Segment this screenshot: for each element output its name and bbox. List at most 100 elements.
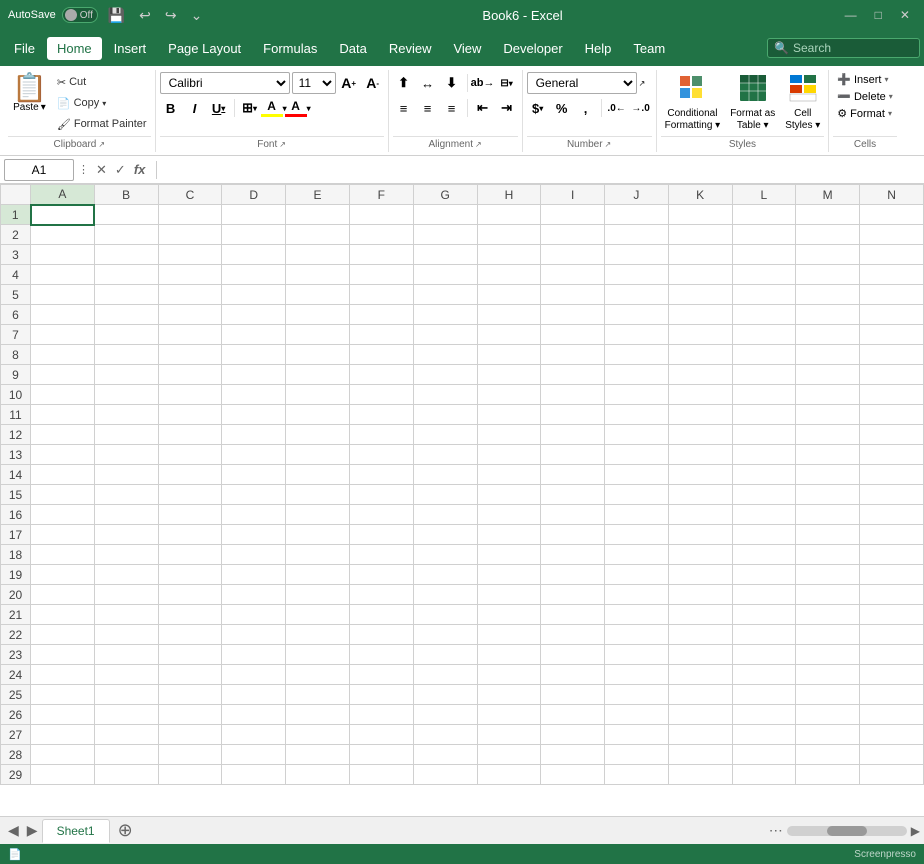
cell-A5[interactable] [31, 285, 95, 305]
border-button[interactable]: ⊞▾ [239, 97, 261, 119]
cell-C2[interactable] [158, 225, 222, 245]
formula-fx-icon[interactable]: fx [131, 162, 149, 178]
cell-I12[interactable] [541, 425, 605, 445]
cell-F9[interactable] [349, 365, 413, 385]
delete-cells-dropdown[interactable]: ▾ [889, 92, 893, 101]
cell-J28[interactable] [604, 745, 668, 765]
cell-A16[interactable] [31, 505, 95, 525]
cell-M19[interactable] [796, 565, 860, 585]
row-header-26[interactable]: 26 [1, 705, 31, 725]
cell-J26[interactable] [604, 705, 668, 725]
cell-H21[interactable] [477, 605, 541, 625]
cell-N2[interactable] [860, 225, 924, 245]
cell-C6[interactable] [158, 305, 222, 325]
increase-decimal-button[interactable]: →.0 [630, 97, 652, 119]
col-header-E[interactable]: E [286, 185, 350, 205]
cell-G26[interactable] [413, 705, 477, 725]
cell-M7[interactable] [796, 325, 860, 345]
underline-button[interactable]: U▾ [208, 97, 230, 119]
row-header-24[interactable]: 24 [1, 665, 31, 685]
cell-F17[interactable] [349, 525, 413, 545]
cell-I7[interactable] [541, 325, 605, 345]
cell-L19[interactable] [732, 565, 796, 585]
row-header-3[interactable]: 3 [1, 245, 31, 265]
cell-G3[interactable] [413, 245, 477, 265]
cell-H9[interactable] [477, 365, 541, 385]
cell-L3[interactable] [732, 245, 796, 265]
row-header-14[interactable]: 14 [1, 465, 31, 485]
row-header-9[interactable]: 9 [1, 365, 31, 385]
formula-cancel-icon[interactable]: ✕ [93, 162, 110, 178]
row-header-2[interactable]: 2 [1, 225, 31, 245]
cell-F10[interactable] [349, 385, 413, 405]
cell-A13[interactable] [31, 445, 95, 465]
cell-M18[interactable] [796, 545, 860, 565]
cell-E18[interactable] [286, 545, 350, 565]
cell-M1[interactable] [796, 205, 860, 225]
cell-M9[interactable] [796, 365, 860, 385]
cell-E16[interactable] [286, 505, 350, 525]
row-header-5[interactable]: 5 [1, 285, 31, 305]
cell-E11[interactable] [286, 405, 350, 425]
cell-M15[interactable] [796, 485, 860, 505]
cell-D25[interactable] [222, 685, 286, 705]
cell-B23[interactable] [94, 645, 158, 665]
cell-L14[interactable] [732, 465, 796, 485]
sheet-scroll[interactable]: A B C D E F G H I J K L M N 123456789101… [0, 184, 924, 816]
cell-M23[interactable] [796, 645, 860, 665]
cell-F29[interactable] [349, 765, 413, 785]
cell-J12[interactable] [604, 425, 668, 445]
cell-L28[interactable] [732, 745, 796, 765]
conditional-formatting-button[interactable]: ConditionalFormatting ▾ [661, 72, 725, 134]
cell-N10[interactable] [860, 385, 924, 405]
cell-I17[interactable] [541, 525, 605, 545]
row-header-12[interactable]: 12 [1, 425, 31, 445]
cell-H15[interactable] [477, 485, 541, 505]
cell-D29[interactable] [222, 765, 286, 785]
align-middle-button[interactable]: ↔ [417, 72, 439, 94]
row-header-7[interactable]: 7 [1, 325, 31, 345]
cell-A9[interactable] [31, 365, 95, 385]
cell-H13[interactable] [477, 445, 541, 465]
cell-G7[interactable] [413, 325, 477, 345]
cell-G15[interactable] [413, 485, 477, 505]
cell-F19[interactable] [349, 565, 413, 585]
cell-F16[interactable] [349, 505, 413, 525]
cell-H20[interactable] [477, 585, 541, 605]
cell-J22[interactable] [604, 625, 668, 645]
cell-F6[interactable] [349, 305, 413, 325]
tab-right-arrow[interactable]: ▶ [911, 824, 920, 838]
cell-B7[interactable] [94, 325, 158, 345]
cell-F20[interactable] [349, 585, 413, 605]
cell-J3[interactable] [604, 245, 668, 265]
cell-J1[interactable] [604, 205, 668, 225]
cell-D20[interactable] [222, 585, 286, 605]
cell-L25[interactable] [732, 685, 796, 705]
cell-D10[interactable] [222, 385, 286, 405]
cell-A7[interactable] [31, 325, 95, 345]
cell-I16[interactable] [541, 505, 605, 525]
cell-K25[interactable] [668, 685, 732, 705]
cell-K29[interactable] [668, 765, 732, 785]
cell-I29[interactable] [541, 765, 605, 785]
cell-E26[interactable] [286, 705, 350, 725]
cell-I22[interactable] [541, 625, 605, 645]
row-header-1[interactable]: 1 [1, 205, 31, 225]
cell-F12[interactable] [349, 425, 413, 445]
cell-K14[interactable] [668, 465, 732, 485]
cell-M6[interactable] [796, 305, 860, 325]
cell-H23[interactable] [477, 645, 541, 665]
cell-I10[interactable] [541, 385, 605, 405]
cell-C15[interactable] [158, 485, 222, 505]
cell-C4[interactable] [158, 265, 222, 285]
cell-B25[interactable] [94, 685, 158, 705]
cell-F25[interactable] [349, 685, 413, 705]
cell-D28[interactable] [222, 745, 286, 765]
cell-C17[interactable] [158, 525, 222, 545]
search-input[interactable] [793, 41, 913, 55]
formula-confirm-icon[interactable]: ✓ [112, 162, 129, 178]
cell-N12[interactable] [860, 425, 924, 445]
cell-B27[interactable] [94, 725, 158, 745]
cell-H3[interactable] [477, 245, 541, 265]
cell-K12[interactable] [668, 425, 732, 445]
